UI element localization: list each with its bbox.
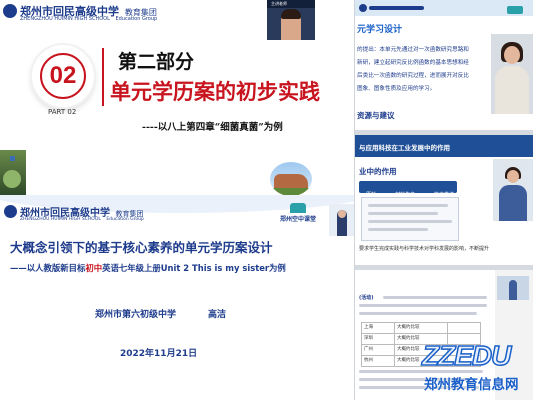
- speaker-video-tile[interactable]: [329, 204, 355, 236]
- panel-logo-icon: [359, 4, 367, 12]
- divider-horizontal: [355, 130, 533, 135]
- slide-title: 单元学历案的初步实践: [110, 80, 320, 104]
- partner-logo: 郑州空中课堂: [278, 203, 318, 223]
- student-video[interactable]: [493, 159, 533, 221]
- school-logo-icon: [3, 4, 17, 18]
- school-group-en: Education Group: [115, 16, 158, 22]
- doc-thumbnail-figure: [509, 280, 517, 300]
- diagram-line: [368, 204, 448, 207]
- diagram-line: [368, 212, 438, 215]
- divider-horizontal: [355, 265, 533, 270]
- subtitle-highlight: 初中: [85, 263, 103, 273]
- panel-footer-heading: 资源与建议: [357, 111, 395, 120]
- diagram-line: [368, 228, 428, 231]
- scenic-thumbnail: [270, 162, 312, 196]
- slide2-title: 大概念引领下的基于核心素养的单元学历案设计: [10, 240, 273, 255]
- panel-tech-caption: 要求学生完成实践与科学技术对学科发展的影响，不断提升: [359, 246, 490, 252]
- part-label: PART 02: [48, 108, 77, 116]
- presenter-body: [495, 66, 529, 114]
- left-panel-photo: [0, 150, 26, 195]
- panel-unit-lesson: 元学习设计 的提出：本单元先通过对一次函数研究思路和 新研，建立起研究反比例函数…: [355, 0, 533, 130]
- table-cell: 上海: [362, 323, 395, 333]
- video-tile-label: 主讲老师: [271, 1, 287, 6]
- panel-tech-subheader: 业中的作用: [359, 167, 397, 176]
- slide-subtitle: ----以八上第四章“细菌真菌”为例: [142, 122, 283, 133]
- presenter-video[interactable]: [491, 34, 533, 114]
- table-cell: [448, 323, 480, 333]
- zzedu-logo: ZZEDU: [421, 339, 512, 372]
- slide2-author: 高洁: [208, 310, 227, 320]
- part-title: 第二部分: [118, 51, 195, 73]
- presenter-face: [504, 46, 520, 64]
- left-panel-marker-icon: [10, 156, 15, 161]
- panel-line: 图象、图象性质及应用的学习。: [357, 86, 436, 92]
- teacher-hair: [281, 9, 301, 19]
- table-cell: 杭州: [362, 356, 395, 366]
- slide2-school: 郑州市第六初级中学: [95, 310, 177, 320]
- school-group-en: Education Group: [106, 217, 144, 222]
- school-name-en-text: ZHENGZHOU HUIMIN HIGH SCHOOL: [20, 16, 110, 22]
- zzedu-site-name: 郑州教育信息网: [424, 377, 519, 393]
- panel-line: 的提出：本单元先通过对一次函数研究思路和: [357, 47, 469, 53]
- table-cell: 广州: [362, 345, 395, 355]
- panel-line: 后类比一次函数的研究过程，进而展开对反比: [357, 73, 469, 79]
- zzedu-watermark: ZZEDU 郑州教育信息网: [420, 339, 532, 398]
- doc-section-title: (活动): [359, 295, 374, 301]
- panel-tech-title: 与应用科技在工业发展中的作用: [359, 144, 450, 152]
- slide-unit-design: 郑州市回民高级中学 教育集团 ZHENGZHOU HUIMIN HIGH SCH…: [0, 195, 355, 400]
- student-body: [499, 185, 527, 221]
- part-number-badge: 02: [32, 45, 94, 107]
- panel-section-title: 元学习设计: [357, 25, 403, 35]
- table-cell: 深圳: [362, 334, 395, 344]
- panel-brand-icon: [507, 6, 523, 14]
- title-divider: [102, 48, 104, 106]
- diagram-line: [368, 220, 452, 223]
- left-panel-tree: [3, 170, 21, 188]
- school-name-en: ZHENGZHOU HUIMIN HIGH SCHOOL Education G…: [20, 217, 144, 222]
- slide2-subtitle: ——以人教版新目标初中英语七年级上册Unit 2 This is my sist…: [10, 262, 286, 274]
- school-name-en: ZHENGZHOU HUIMIN HIGH SCHOOL Education G…: [20, 16, 157, 22]
- panel-body: 的提出：本单元先通过对一次函数研究思路和 新研，建立起研究反比例函数的基本思想和…: [357, 44, 489, 96]
- table-row: 上海 大概约比较: [361, 322, 481, 334]
- partner-logo-icon: [290, 203, 306, 213]
- speaker-face: [338, 210, 346, 218]
- doc-line: [359, 312, 477, 315]
- student-face: [507, 170, 519, 183]
- partner-logo-text: 郑州空中课堂: [279, 216, 316, 223]
- table-cell: 大概约比较: [395, 323, 448, 333]
- subtitle-rest: 英语七年级上册Unit 2 This is my sister为例: [102, 263, 286, 273]
- doc-line: [383, 296, 487, 299]
- slide-part-two: 郑州市回民高级中学 教育集团 ZHENGZHOU HUIMIN HIGH SCH…: [0, 0, 355, 172]
- slide2-date: 2022年11月21日: [120, 349, 198, 359]
- school-logo-icon: [4, 205, 17, 218]
- panel-line: 新研，建立起研究反比例函数的基本思想和经: [357, 60, 469, 66]
- subtitle-prefix: ——以人教版新目标: [10, 263, 86, 273]
- doc-line: [359, 304, 487, 307]
- part-number: 02: [49, 62, 77, 89]
- doc-thumbnail[interactable]: [497, 276, 529, 300]
- panel-tech-diagram: [361, 197, 459, 241]
- panel-tech-tabs: 原料 材料生产 能力推进: [359, 181, 457, 198]
- teacher-video-tile[interactable]: 主讲老师: [267, 0, 315, 40]
- divider-vertical: [354, 0, 355, 400]
- panel-technology: 与应用科技在工业发展中的作用 业中的作用 原料 材料生产 能力推进 要求学生完成…: [355, 135, 533, 265]
- school-name-en-text: ZHENGZHOU HUIMIN HIGH SCHOOL: [20, 217, 101, 222]
- panel-header-bar: [369, 6, 424, 10]
